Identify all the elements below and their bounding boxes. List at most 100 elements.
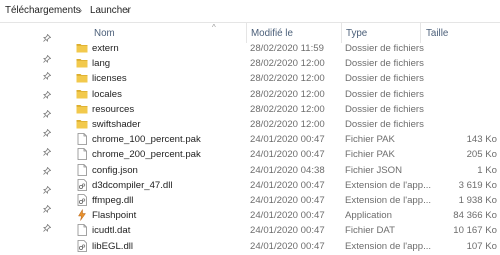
file-modified: 28/02/2020 12:00 <box>250 58 325 70</box>
file-type: Dossier de fichiers <box>345 119 424 130</box>
app-icon <box>76 208 88 221</box>
file-name: icudtl.dat <box>92 225 131 237</box>
file-row-config-json[interactable]: config.json 24/01/2020 04:38 Fichier JSON 1… <box>56 163 500 178</box>
file-modified: 28/02/2020 11:59 <box>250 43 324 54</box>
file-type: Dossier de fichiers <box>345 73 424 85</box>
file-list: extern 28/02/2020 11:59 Dossier de fichier… <box>56 41 500 252</box>
file-type: Fichier DAT <box>345 225 395 237</box>
file-modified: 24/01/2020 00:47 <box>250 195 325 206</box>
folder-icon <box>76 57 88 69</box>
file-name: Flashpoint <box>92 210 137 222</box>
file-name: chrome_200_percent.pak <box>92 149 201 161</box>
file-row-icudtl-dat[interactable]: icudtl.dat 24/01/2020 00:47 Fichier DAT 10 … <box>56 223 500 238</box>
dll-file-icon <box>76 239 88 252</box>
pin-icon[interactable] <box>43 223 52 232</box>
file-type: Dossier de fichiers <box>345 88 424 100</box>
file-modified: 24/01/2020 00:47 <box>250 179 325 191</box>
pin-icon[interactable] <box>43 71 52 80</box>
column-header-type[interactable]: Type <box>346 28 367 39</box>
file-type: Fichier PAK <box>345 149 395 161</box>
file-size: 143 Ko <box>466 134 497 146</box>
file-icon <box>76 133 88 146</box>
breadcrumb-item-telechargements[interactable]: Téléchargements <box>5 5 81 16</box>
column-divider[interactable] <box>341 23 342 43</box>
address-bar[interactable]: Téléchargements › Launcher › <box>0 0 500 23</box>
file-modified: 28/02/2020 12:00 <box>250 73 325 85</box>
folder-icon <box>76 103 88 115</box>
file-type: Application <box>345 210 392 222</box>
file-modified: 28/02/2020 12:00 <box>250 88 325 100</box>
sort-caret-icon: ^ <box>212 23 216 32</box>
file-type: Fichier JSON <box>345 164 403 176</box>
file-row-locales[interactable]: locales 28/02/2020 12:00 Dossier de fichie… <box>56 87 500 102</box>
file-size: 84 366 Ko <box>453 210 497 222</box>
file-row-ffmpeg-dll[interactable]: ffmpeg.dll 24/01/2020 00:47 Extension de l… <box>56 193 500 208</box>
file-modified: 24/01/2020 00:47 <box>250 210 325 222</box>
file-name: chrome_100_percent.pak <box>92 134 201 146</box>
file-name: resources <box>92 103 135 115</box>
pin-icon[interactable] <box>43 166 52 175</box>
file-name: licenses <box>92 73 127 85</box>
column-header-row: ^ Nom Modifié le Type Taille <box>56 23 500 43</box>
breadcrumb-item-launcher[interactable]: Launcher <box>90 5 131 16</box>
pin-icon[interactable] <box>43 54 52 63</box>
pin-icon[interactable] <box>43 204 52 213</box>
file-name: config.json <box>92 164 138 176</box>
file-icon <box>76 224 88 237</box>
file-row-licenses[interactable]: licenses 28/02/2020 12:00 Dossier de fichi… <box>56 71 500 86</box>
file-type: Fichier PAK <box>345 134 395 146</box>
column-header-name[interactable]: Nom <box>94 28 115 39</box>
file-row-resources[interactable]: resources 28/02/2020 12:00 Dossier de fich… <box>56 102 500 117</box>
file-modified: 24/01/2020 00:47 <box>250 134 325 146</box>
file-icon <box>76 163 88 176</box>
file-row-swiftshader[interactable]: swiftshader 28/02/2020 12:00 Dossier de fi… <box>56 117 500 132</box>
file-name: ffmpeg.dll <box>92 195 134 206</box>
file-type: Dossier de fichiers <box>345 58 424 70</box>
navigation-pane <box>0 23 56 241</box>
file-size: 107 Ko <box>466 240 497 252</box>
pin-icon[interactable] <box>43 90 52 99</box>
column-header-size[interactable]: Taille <box>426 28 448 39</box>
file-row-flashpoint[interactable]: Flashpoint 24/01/2020 00:47 Application 84 … <box>56 208 500 223</box>
folder-icon <box>76 118 88 130</box>
file-modified: 24/01/2020 04:38 <box>250 164 325 176</box>
file-size: 10 167 Ko <box>453 225 497 237</box>
file-size: 3 619 Ko <box>458 179 497 191</box>
file-size: 1 Ko <box>477 164 497 176</box>
file-icon <box>76 148 88 161</box>
file-type: Extension de l'app... <box>345 195 432 206</box>
folder-icon <box>76 72 88 84</box>
pin-icon[interactable] <box>43 109 52 118</box>
file-modified: 24/01/2020 00:47 <box>250 225 325 237</box>
file-row-chrome-100-percent-pak[interactable]: chrome_100_percent.pak 24/01/2020 00:47 Fi… <box>56 132 500 147</box>
file-modified: 28/02/2020 12:00 <box>250 119 325 130</box>
pin-icon[interactable] <box>43 128 52 137</box>
column-divider[interactable] <box>420 23 421 43</box>
file-row-lang[interactable]: lang 28/02/2020 12:00 Dossier de fichiers <box>56 56 500 71</box>
file-name: d3dcompiler_47.dll <box>92 179 173 191</box>
file-name: locales <box>92 88 122 100</box>
column-header-modified[interactable]: Modifié le <box>251 28 293 39</box>
file-type: Extension de l'app... <box>345 240 432 252</box>
file-modified: 24/01/2020 00:47 <box>250 240 325 252</box>
file-modified: 24/01/2020 00:47 <box>250 149 325 161</box>
pin-icon[interactable] <box>43 147 52 156</box>
file-type: Dossier de fichiers <box>345 43 424 54</box>
dll-file-icon <box>76 194 88 206</box>
file-row-extern[interactable]: extern 28/02/2020 11:59 Dossier de fichier… <box>56 41 500 56</box>
file-name: extern <box>92 43 119 54</box>
file-name: libEGL.dll <box>92 240 134 252</box>
file-name: lang <box>92 58 111 70</box>
file-type: Extension de l'app... <box>345 179 432 191</box>
file-row-chrome-200-percent-pak[interactable]: chrome_200_percent.pak 24/01/2020 00:47 Fi… <box>56 147 500 162</box>
pin-icon[interactable] <box>43 185 52 194</box>
file-size: 205 Ko <box>466 149 497 161</box>
chevron-right-icon: › <box>79 5 82 15</box>
pin-icon[interactable] <box>43 33 52 42</box>
file-row-d3dcompiler-47-dll[interactable]: d3dcompiler_47.dll 24/01/2020 00:47 Extens… <box>56 178 500 193</box>
chevron-right-icon: › <box>126 5 129 15</box>
column-divider[interactable] <box>246 23 247 43</box>
file-type: Dossier de fichiers <box>345 103 424 115</box>
folder-icon <box>76 42 88 54</box>
file-size: 1 938 Ko <box>458 195 497 206</box>
